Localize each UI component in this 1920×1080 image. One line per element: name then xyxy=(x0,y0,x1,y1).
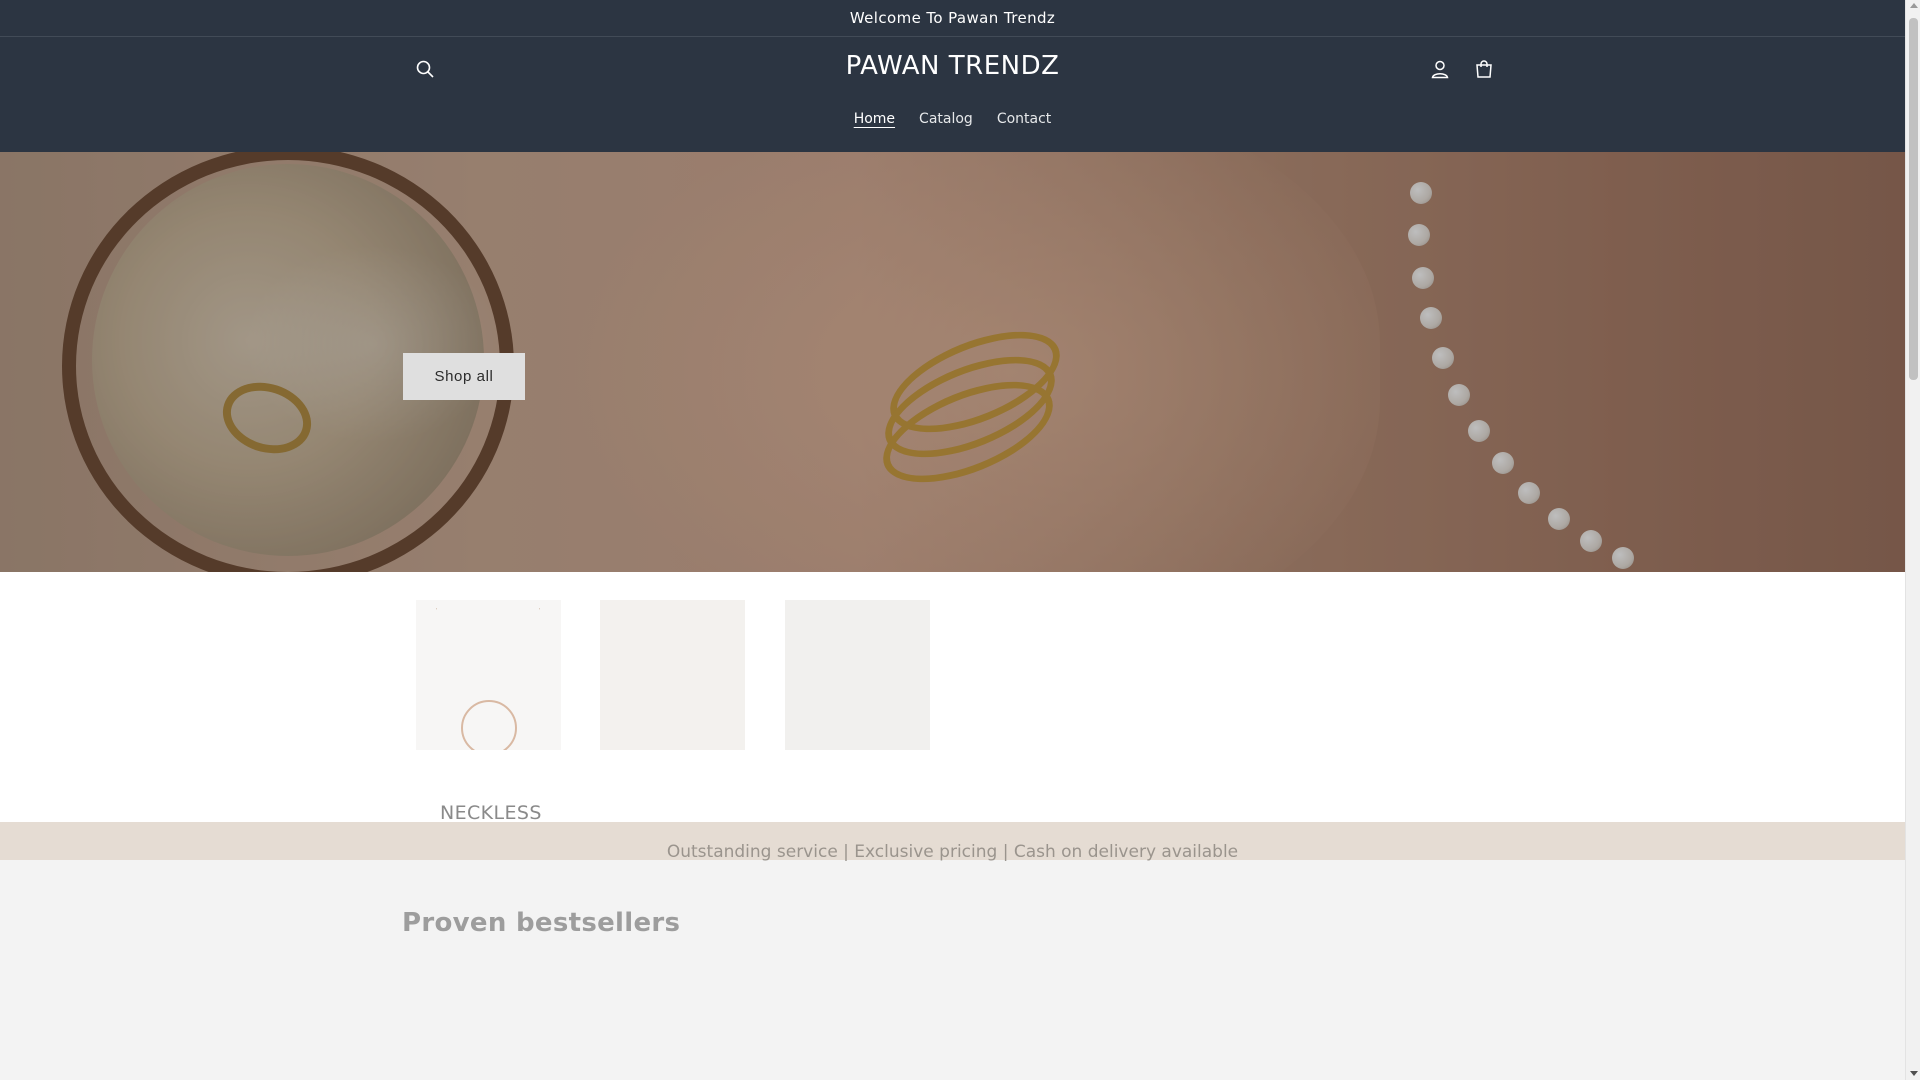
nav-catalog[interactable]: Catalog xyxy=(907,111,985,127)
usp-text: Outstanding service | Exclusive pricing … xyxy=(666,842,1239,862)
account-button[interactable] xyxy=(1422,53,1458,89)
announcement-text: Welcome To Pawan Trendz xyxy=(849,9,1056,27)
scroll-down-icon[interactable] xyxy=(1910,1071,1918,1076)
bestsellers-heading: Proven bestsellers xyxy=(402,908,681,938)
page-scrollbar[interactable] xyxy=(1905,0,1920,1080)
nav-home[interactable]: Home xyxy=(842,111,907,127)
collection-label[interactable]: NECKLESS xyxy=(440,802,542,824)
page: Welcome To Pawan Trendz PAWAN TRENDZ Hom… xyxy=(0,0,1905,1080)
user-icon xyxy=(1430,59,1450,83)
hero-overlay xyxy=(0,152,1905,572)
collection-card[interactable] xyxy=(785,600,930,750)
cart-icon xyxy=(1474,59,1494,83)
necklace-pendant xyxy=(461,700,517,750)
cart-button[interactable] xyxy=(1466,53,1502,89)
site-logo[interactable]: PAWAN TRENDZ xyxy=(0,51,1905,81)
collection-image xyxy=(416,600,561,750)
collection-card[interactable] xyxy=(600,600,745,750)
scroll-thumb[interactable] xyxy=(1909,18,1918,380)
main-nav: Home Catalog Contact xyxy=(0,111,1905,127)
announcement-bar: Welcome To Pawan Trendz xyxy=(0,0,1905,37)
nav-contact[interactable]: Contact xyxy=(985,111,1063,127)
scroll-up-icon[interactable] xyxy=(1910,3,1918,8)
collection-image xyxy=(600,600,745,750)
collection-image xyxy=(785,600,930,750)
collection-card-neckless[interactable] xyxy=(416,600,561,750)
shop-all-button[interactable]: Shop all xyxy=(403,353,525,400)
hero-banner: Shop all xyxy=(0,152,1905,572)
collection-list xyxy=(0,572,1905,822)
site-header: PAWAN TRENDZ Home Catalog Contact xyxy=(0,37,1905,152)
